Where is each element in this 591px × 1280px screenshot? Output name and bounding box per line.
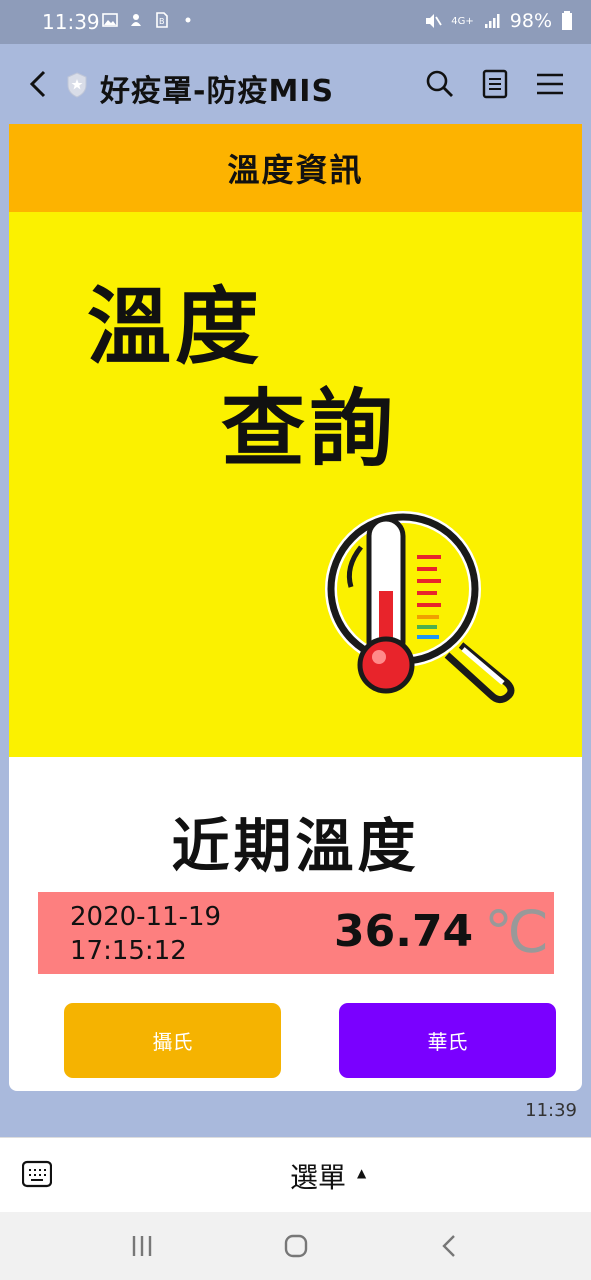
reading-datetime: 2020-11-19 17:15:12	[70, 900, 221, 968]
home-icon[interactable]	[282, 1232, 310, 1260]
svg-text:B: B	[159, 17, 165, 26]
status-bar: 11:39 B 4G+ 98%	[0, 0, 591, 44]
mute-icon	[426, 14, 443, 28]
system-nav-bar	[0, 1212, 591, 1280]
dot-icon	[185, 17, 191, 23]
reading-unit: ℃	[484, 898, 550, 966]
chat-title: 好疫罩-防疫MIS	[100, 74, 335, 109]
recents-icon[interactable]	[128, 1232, 156, 1260]
status-time: 11:39	[42, 10, 100, 34]
temperature-card: 溫度資訊 溫度 查詢 近期溫度 2020-11-19 17:15:12 36.7…	[9, 124, 582, 1091]
status-notification-icons: B	[102, 12, 196, 28]
card-title: 溫度資訊	[227, 151, 364, 189]
battery-icon	[562, 11, 572, 30]
reading-date: 2020-11-19	[70, 902, 222, 932]
app-header: 好疫罩-防疫MIS	[0, 44, 591, 124]
status-system-icons: 4G+ 98%	[424, 10, 573, 32]
bottom-menu-bar: 選單 ▲	[0, 1137, 591, 1212]
signal-icon	[484, 14, 500, 28]
reading-time: 17:15:12	[70, 936, 187, 966]
notes-icon[interactable]	[479, 68, 511, 100]
back-icon[interactable]	[24, 66, 54, 102]
menu-caret-icon[interactable]: ▲	[357, 1166, 366, 1180]
file-icon: B	[156, 12, 168, 28]
app-icon	[131, 14, 141, 26]
image-icon	[102, 13, 118, 27]
card-header: 溫度資訊	[9, 124, 582, 212]
menu-toggle-label[interactable]: 選單	[290, 1156, 346, 1196]
message-timestamp: 11:39	[525, 1100, 577, 1121]
reading-temperature: 36.74	[334, 906, 474, 957]
recent-temperature-title: 近期溫度	[171, 812, 420, 880]
network-type: 4G+	[451, 15, 474, 27]
temperature-reading: 2020-11-19 17:15:12 36.74 ℃	[38, 892, 554, 974]
battery-percent: 98%	[509, 10, 552, 32]
fahrenheit-button[interactable]: 華氏	[339, 1003, 556, 1078]
shield-icon	[67, 72, 87, 98]
menu-icon[interactable]	[534, 68, 566, 100]
search-icon[interactable]	[424, 68, 456, 100]
celsius-button[interactable]: 攝氏	[64, 1003, 281, 1078]
temperature-query-banner[interactable]: 溫度 查詢	[9, 212, 582, 757]
keyboard-icon[interactable]	[22, 1160, 52, 1188]
banner-line-2: 查詢	[221, 380, 398, 478]
thermometer-magnifier-icon	[325, 511, 515, 704]
nav-back-icon[interactable]	[436, 1232, 464, 1260]
